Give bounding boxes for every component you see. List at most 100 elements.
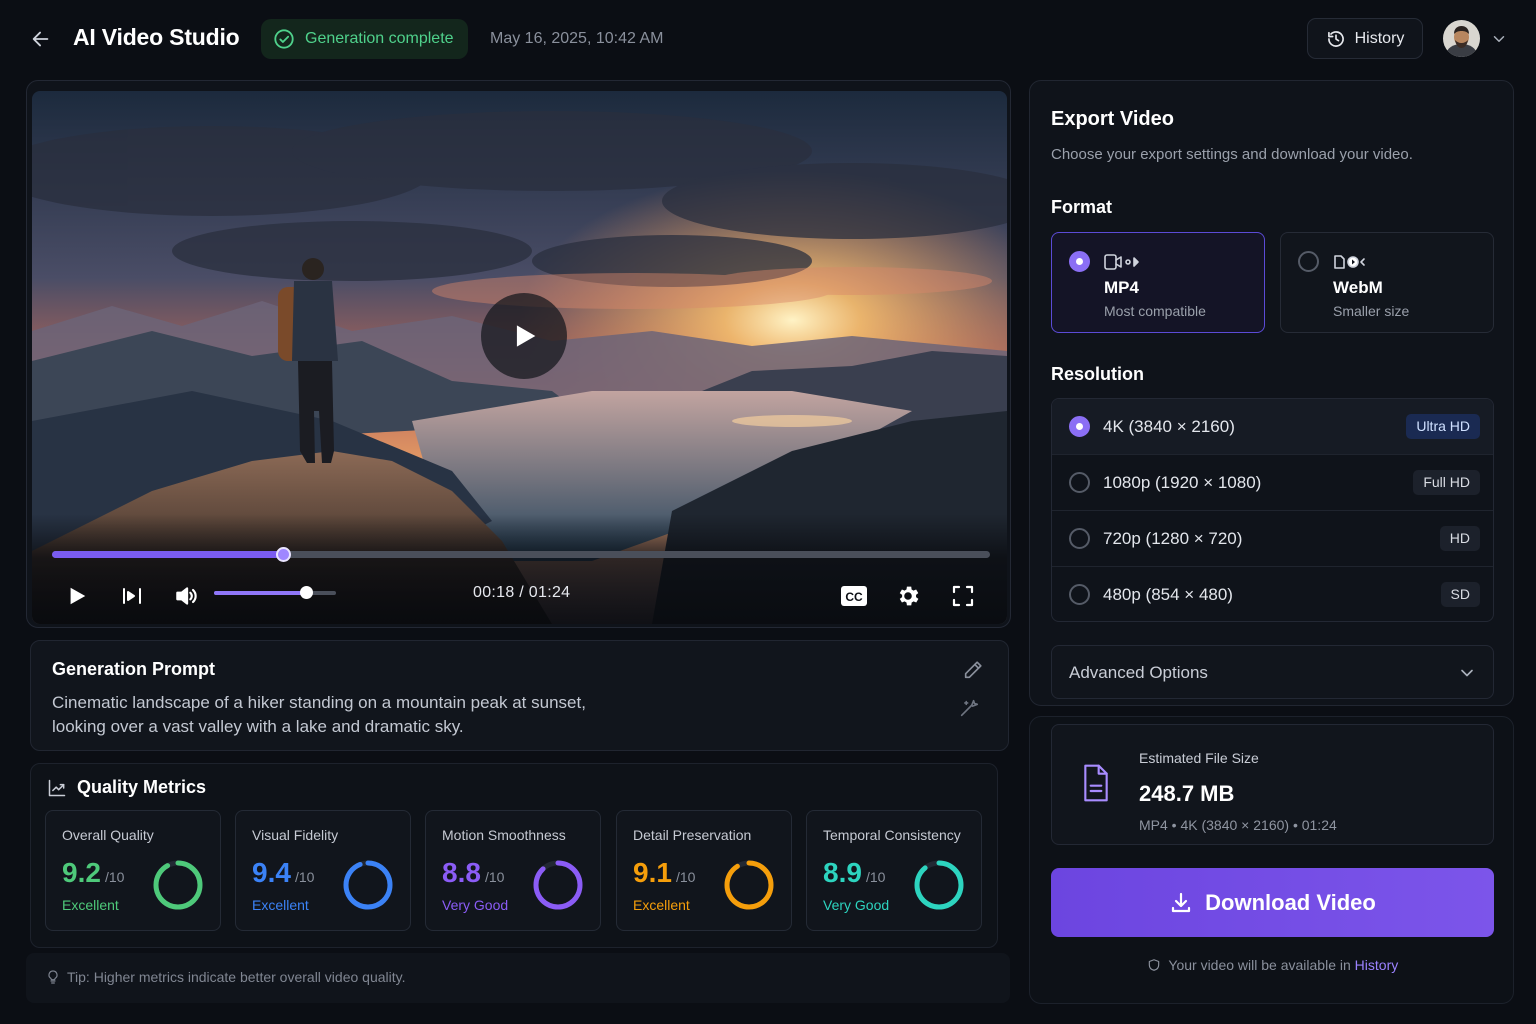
play-icon (516, 325, 536, 347)
fullscreen-button[interactable] (949, 582, 977, 610)
metric-value: 9.1/10 (633, 857, 695, 889)
format-desc-webm: Smaller size (1333, 303, 1410, 319)
web-video-icon (1334, 255, 1365, 269)
metric-rating: Very Good (823, 897, 890, 913)
metric-score: 9.1 (633, 857, 672, 888)
seek-bar-fill (52, 551, 283, 558)
avatar[interactable] (1443, 20, 1480, 57)
history-icon (1327, 30, 1344, 47)
play-button[interactable] (63, 582, 91, 610)
tip-bar: Tip: Higher metrics indicate better over… (26, 953, 1010, 1003)
metric-score: 8.9 (823, 857, 862, 888)
time-separator: / (519, 584, 525, 601)
resolution-option-720p[interactable]: 720p (1280 × 720) HD (1052, 511, 1493, 567)
availability-text: Your video will be available in (1168, 957, 1351, 973)
resolution-option-480p[interactable]: 480p (854 × 480) SD (1052, 567, 1493, 621)
history-button[interactable]: History (1307, 18, 1423, 59)
cc-label: CC (845, 590, 863, 604)
video-player: 00:18 / 01:24 CC (26, 80, 1011, 628)
file-size-value: 248.7 MB (1139, 781, 1235, 806)
resolution-label-480p: 480p (854 × 480) (1103, 585, 1233, 604)
play-icon (70, 587, 86, 605)
history-link[interactable]: History (1355, 957, 1399, 973)
volume-slider-handle[interactable] (299, 586, 313, 599)
resolution-radio-1080p[interactable] (1069, 472, 1090, 493)
closed-captions-icon: CC (841, 586, 867, 606)
pencil-icon (964, 661, 982, 679)
metric-ring-arc (914, 860, 964, 910)
edit-prompt-button[interactable] (962, 659, 986, 683)
metric-label: Detail Preservation (633, 827, 752, 843)
format-option-webm[interactable]: WebM Smaller size (1280, 232, 1494, 333)
video-frame[interactable]: 00:18 / 01:24 CC (32, 91, 1007, 624)
skip-forward-icon (123, 588, 141, 604)
gear-icon (899, 586, 919, 606)
metric-rating: Excellent (252, 897, 309, 913)
chart-trend-icon (48, 779, 66, 796)
check-circle-icon (274, 29, 294, 49)
quality-metrics-panel: Quality Metrics Overall Quality 9.2/10 Exc… (30, 763, 998, 948)
resolution-badge-4k: Ultra HD (1406, 414, 1480, 439)
chevron-down-icon (1493, 36, 1505, 42)
shield-icon (1148, 959, 1159, 971)
app-title: AI Video Studio (73, 24, 240, 50)
current-time: 00:18 (473, 584, 515, 601)
seek-bar-handle[interactable] (275, 547, 291, 562)
format-radio-mp4[interactable] (1069, 251, 1090, 272)
tip-text: Tip: Higher metrics indicate better over… (67, 969, 406, 985)
resolution-label: Resolution (1051, 364, 1144, 384)
magic-wand-icon (960, 699, 979, 717)
captions-button[interactable]: CC (838, 582, 870, 610)
status-text: Generation complete (305, 30, 454, 47)
metric-score: 9.2 (62, 857, 101, 888)
app-header: AI Video Studio Generation complete May … (0, 0, 1536, 78)
resolution-option-1080p[interactable]: 1080p (1920 × 1080) Full HD (1052, 455, 1493, 511)
metric-label: Temporal Consistency (823, 827, 961, 843)
metrics-header: Quality Metrics (47, 777, 206, 798)
availability-note: Your video will be available in History (1030, 957, 1515, 973)
mute-button[interactable] (172, 582, 200, 610)
resolution-radio-4k[interactable] (1069, 416, 1090, 437)
resolution-radio-720p[interactable] (1069, 528, 1090, 549)
metric-score: 8.8 (442, 857, 481, 888)
user-avatar-icon (1443, 20, 1480, 57)
format-option-mp4[interactable]: MP4 Most compatible (1051, 232, 1265, 333)
metric-ring-arc (343, 860, 393, 910)
resolution-radio-480p[interactable] (1069, 584, 1090, 605)
resolution-option-4k[interactable]: 4K (3840 × 2160) Ultra HD (1052, 399, 1493, 455)
resolution-badge-720p: HD (1439, 526, 1480, 551)
metric-ring-arc (153, 860, 203, 910)
metric-value: 8.8/10 (442, 857, 504, 889)
metrics-title: Quality Metrics (77, 777, 207, 797)
advanced-options-toggle[interactable]: Advanced Options (1051, 645, 1494, 699)
metric-card: Detail Preservation 9.1/10 Excellent (616, 810, 792, 931)
metric-progress-ring (914, 860, 964, 910)
skip-button[interactable] (118, 582, 146, 610)
metric-max: /10 (294, 869, 315, 885)
big-play-button[interactable] (481, 293, 567, 379)
file-size-card: Estimated File Size 248.7 MB MP4 • 4K (3… (1051, 724, 1494, 845)
metric-progress-ring (724, 860, 774, 910)
advanced-options-label: Advanced Options (1069, 663, 1208, 682)
account-menu-chevron[interactable] (1490, 30, 1508, 53)
resolution-label-720p: 720p (1280 × 720) (1103, 529, 1243, 548)
settings-button[interactable] (894, 582, 922, 610)
metric-ring-arc (724, 860, 774, 910)
metric-label: Overall Quality (62, 827, 154, 843)
format-desc-mp4: Most compatible (1104, 303, 1206, 319)
format-radio-webm[interactable] (1298, 251, 1319, 272)
refine-prompt-button[interactable] (958, 697, 982, 721)
time-readout: 00:18 / 01:24 (473, 584, 570, 602)
volume-slider[interactable] (214, 586, 336, 599)
status-badge: Generation complete (261, 19, 468, 59)
metric-value: 9.2/10 (62, 857, 124, 889)
history-label: History (1354, 29, 1405, 47)
metric-ring-arc (533, 860, 583, 910)
back-button[interactable] (26, 24, 56, 54)
file-document-icon (1080, 763, 1112, 808)
download-video-button[interactable]: Download Video (1051, 868, 1494, 937)
seek-bar[interactable] (52, 547, 990, 562)
resolution-badge-1080p: Full HD (1413, 470, 1480, 495)
download-panel: Estimated File Size 248.7 MB MP4 • 4K (3… (1029, 716, 1514, 1004)
generation-prompt-panel: Generation Prompt Cinematic landscape of… (30, 640, 1009, 751)
